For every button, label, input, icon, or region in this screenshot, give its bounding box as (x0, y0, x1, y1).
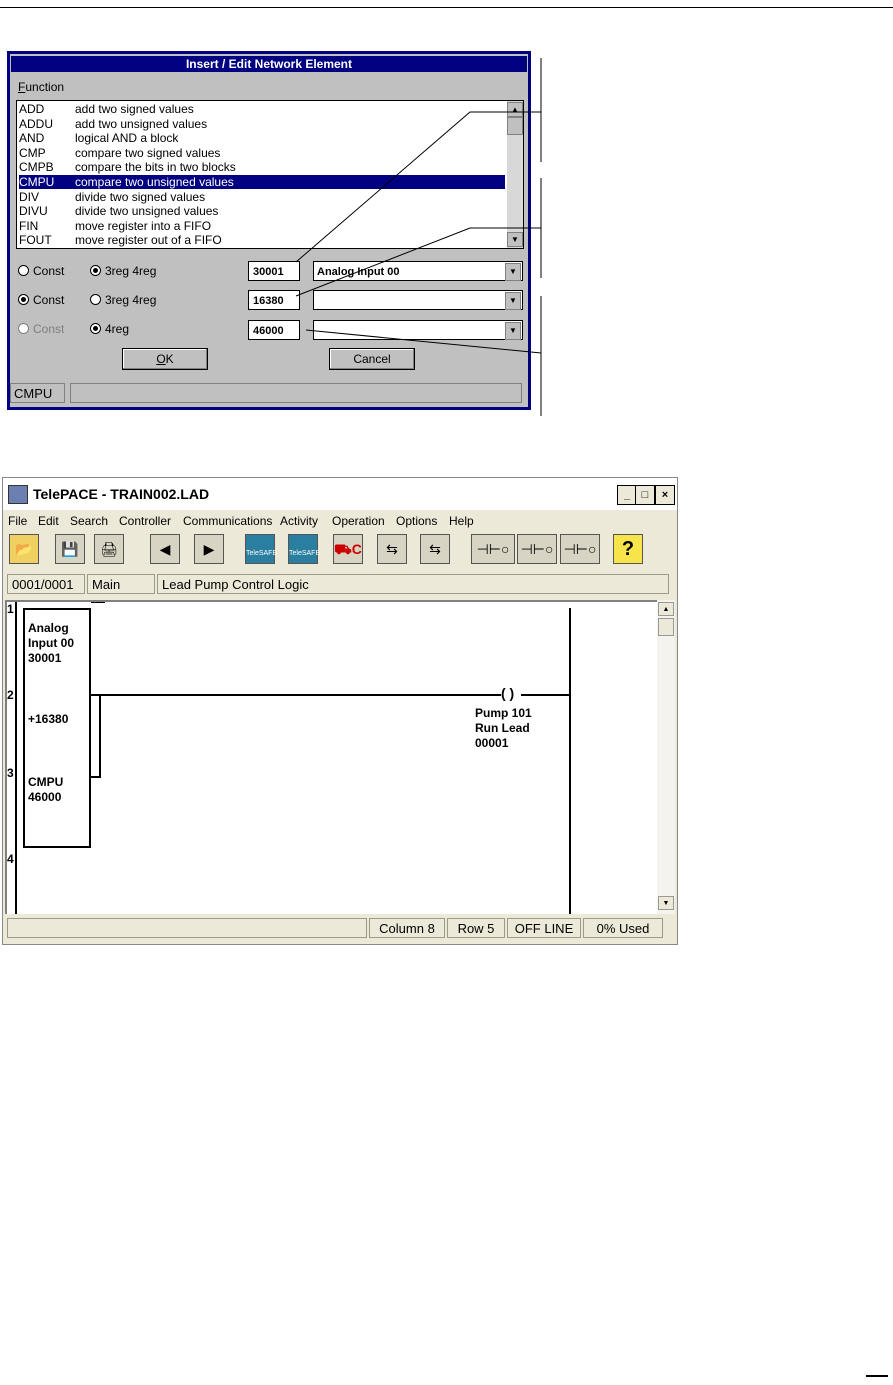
save-ladder-button[interactable]: ⊣⊢○ (471, 534, 515, 564)
telesafe-download-icon: TeleSAFE (289, 550, 321, 557)
block-bottom-line: CMPU (28, 775, 64, 789)
menu-bar: File Edit Search Controller Communicatio… (3, 512, 677, 530)
block-middle-line: +16380 (28, 712, 69, 726)
next-network-button[interactable]: ▶ (194, 534, 224, 564)
help-icon: ? (621, 538, 635, 560)
right-power-rail (569, 608, 571, 914)
network-comment[interactable]: Lead Pump Control Logic (157, 574, 669, 594)
status-bar: Column 8 Row 5 OFF LINE 0% Used (5, 918, 677, 940)
previous-network-button[interactable]: ◀ (150, 534, 180, 564)
ladder-write-icon: ⊣⊢○ (520, 541, 554, 557)
callout-lines (295, 58, 542, 416)
controller-c-label: C (351, 541, 362, 557)
write-ladder-button[interactable]: ⊣⊢○ (517, 534, 557, 564)
coil-label: Run Lead (475, 721, 530, 735)
coil-label: 00001 (475, 736, 509, 750)
read-telesafe-button[interactable]: TeleSAFE (288, 534, 321, 564)
read-ladder-button[interactable]: ⊣⊢○ (560, 534, 600, 564)
write-telesafe-button[interactable]: TeleSAFE (245, 534, 278, 564)
rung-wire (521, 694, 569, 696)
telesafe-upload-icon: TeleSAFE (246, 550, 278, 557)
output-coil-icon[interactable]: ( ) (501, 686, 514, 701)
forklift-icon: ⛟ (334, 541, 352, 557)
ladder-editor[interactable]: 1 2 3 4 Analog Input 00 30001 +16380 CMP… (5, 600, 657, 914)
rung-number: 4 (7, 852, 14, 866)
disconnect-button[interactable]: ⇆ (420, 534, 450, 564)
printer-icon: 🖨 (100, 541, 118, 557)
minimize-button[interactable]: _ (617, 485, 637, 505)
plug-icon: ⇆ (386, 541, 398, 557)
plug-off-icon: ⇆ (429, 541, 441, 557)
connect-button[interactable]: ⇆ (377, 534, 407, 564)
floppy-icon: 💾 (61, 541, 79, 557)
block-top-line: 30001 (28, 651, 62, 665)
callout-line-3 (305, 329, 542, 354)
app-icon[interactable] (8, 485, 28, 504)
status-used: 0% Used (583, 918, 663, 938)
menu-help[interactable]: Help (449, 512, 474, 530)
page-mark (866, 1375, 888, 1377)
scroll-up-icon[interactable]: ▲ (658, 602, 674, 616)
coil-label: Pump 101 (475, 706, 532, 720)
window-titlebar[interactable]: TelePACE - TRAIN002.LAD _ □ × (3, 478, 677, 510)
menu-file[interactable]: File (8, 512, 27, 530)
print-button[interactable]: 🖨 (94, 534, 124, 564)
block-top-tick (91, 602, 105, 603)
ladder-save-icon: ⊣⊢○ (476, 541, 510, 557)
ladder-scrollbar[interactable]: ▲ ▼ (657, 600, 675, 914)
telepace-window: TelePACE - TRAIN002.LAD _ □ × File Edit … (2, 477, 678, 945)
status-column: Column 8 (369, 918, 445, 938)
menu-options[interactable]: Options (396, 512, 437, 530)
scroll-down-icon[interactable]: ▼ (658, 896, 674, 910)
scroll-thumb[interactable] (658, 618, 674, 636)
controller-initialize-button[interactable]: ⛟C (333, 534, 363, 564)
help-button[interactable]: ? (613, 534, 643, 564)
menu-edit[interactable]: Edit (38, 512, 59, 530)
network-number: 0001/0001 (7, 574, 85, 594)
status-mode: OFF LINE (507, 918, 581, 938)
block-top-line: Input 00 (28, 636, 75, 650)
status-message (7, 918, 367, 938)
menu-communications[interactable]: Communications (183, 512, 272, 530)
rung-number: 2 (7, 688, 14, 702)
block-top-line: Analog (28, 621, 69, 635)
close-button[interactable]: × (655, 485, 675, 505)
status-row: Row 5 (447, 918, 505, 938)
callout-line-2 (295, 227, 541, 297)
ladder-read-icon: ⊣⊢○ (563, 541, 597, 557)
menu-activity[interactable]: Activity (280, 512, 318, 530)
left-power-rail (15, 602, 17, 914)
rung-number: 1 (7, 602, 14, 616)
network-info-bar: 0001/0001 Main Lead Pump Control Logic (5, 574, 677, 596)
block-bottom-line: 46000 (28, 790, 62, 804)
branch-vertical (99, 694, 101, 778)
section-name: Main (87, 574, 155, 594)
menu-operation[interactable]: Operation (332, 512, 385, 530)
triangle-right-icon: ▶ (203, 541, 215, 557)
maximize-button[interactable]: □ (635, 485, 655, 505)
folder-open-icon: 📂 (15, 541, 33, 557)
toolbar: 📂 💾 🖨 ◀ ▶ TeleSAFE TeleSAFE ⛟C ⇆ ⇆ ⊣⊢○ ⊣… (3, 534, 677, 570)
save-button[interactable]: 💾 (55, 534, 85, 564)
menu-controller[interactable]: Controller (119, 512, 171, 530)
menu-search[interactable]: Search (70, 512, 108, 530)
rung-wire (101, 694, 501, 696)
triangle-left-icon: ◀ (159, 541, 171, 557)
rung-number: 3 (7, 766, 14, 780)
open-button[interactable]: 📂 (9, 534, 39, 564)
window-title: TelePACE - TRAIN002.LAD (33, 486, 210, 502)
callout-line-1 (295, 111, 541, 263)
